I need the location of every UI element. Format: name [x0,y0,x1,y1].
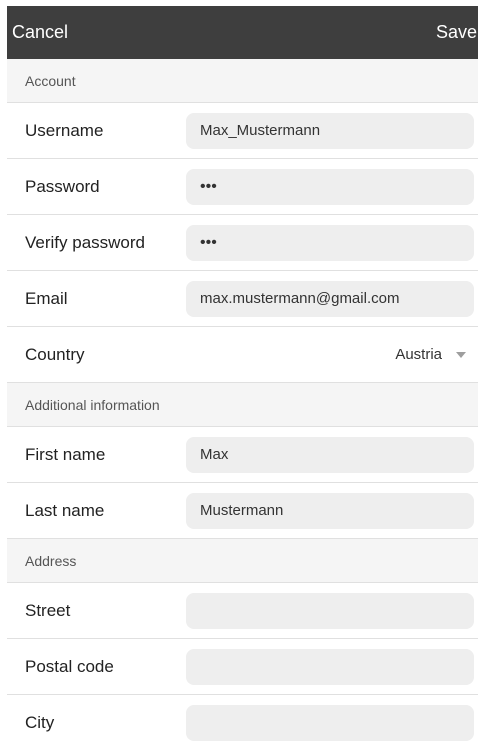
top-app-bar: Cancel Save [7,6,478,59]
section-header-additional-information: Additional information [7,383,478,427]
row-last-name: Last name [7,483,478,539]
last-name-label: Last name [25,500,105,520]
country-select[interactable]: Austria [395,346,468,363]
street-input[interactable] [186,592,474,629]
row-username: Username [7,103,478,159]
cancel-button[interactable]: Cancel [7,22,68,43]
postal-code-label: Postal code [25,656,114,676]
country-value: Austria [395,346,442,363]
row-first-name: First name [7,427,478,483]
form-list: Account Username Password Verify passwor… [7,59,478,751]
country-label: Country [25,344,85,364]
password-input[interactable] [186,168,474,205]
row-city: City [7,695,478,751]
section-header-address: Address [7,539,478,583]
verify-password-input[interactable] [186,224,474,261]
email-input[interactable] [186,280,474,317]
email-label: Email [25,288,68,308]
row-email: Email [7,271,478,327]
password-label: Password [25,176,100,196]
username-label: Username [25,120,104,140]
username-input[interactable] [186,112,474,149]
verify-password-label: Verify password [25,232,145,252]
section-header-account: Account [7,59,478,103]
street-label: Street [25,600,71,620]
first-name-label: First name [25,444,106,464]
first-name-input[interactable] [186,436,474,473]
last-name-input[interactable] [186,492,474,529]
row-verify-password: Verify password [7,215,478,271]
city-label: City [25,713,55,732]
chevron-down-icon [456,351,466,358]
row-street: Street [7,583,478,639]
save-button[interactable]: Save [436,22,478,43]
row-country: Country Austria [7,327,478,383]
city-input[interactable] [186,705,474,741]
row-postal-code: Postal code [7,639,478,695]
row-password: Password [7,159,478,215]
postal-code-input[interactable] [186,648,474,685]
